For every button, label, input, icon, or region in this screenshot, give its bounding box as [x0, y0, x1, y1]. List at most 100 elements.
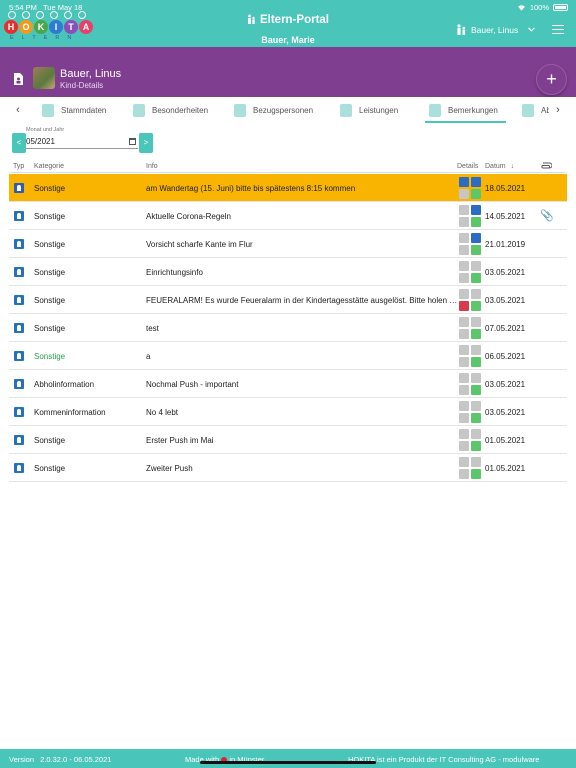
tab-label: Bemerkungen [448, 106, 498, 115]
status-indicators: 100% [517, 3, 568, 12]
row-info: Einrichtungsinfo [146, 268, 203, 277]
version-label: Version [9, 755, 35, 764]
hamburger-menu-icon[interactable] [552, 25, 564, 34]
warning-icon [459, 189, 469, 199]
table-row[interactable]: Sonstige Zweiter Push 01.05.2021 [9, 454, 567, 482]
push-icon [471, 401, 481, 411]
column-kategorie[interactable]: Kategorie [34, 163, 64, 170]
push-icon [471, 261, 481, 271]
message-icon [471, 217, 481, 227]
home-indicator[interactable] [200, 761, 376, 764]
note-type-icon [14, 379, 24, 389]
row-details [459, 429, 483, 451]
row-datum: 06.05.2021 [485, 352, 526, 361]
message-icon [471, 385, 481, 395]
month-label: Monat und Jahr [26, 127, 65, 133]
row-datum: 03.05.2021 [485, 296, 526, 305]
table-row[interactable]: Sonstige Vorsicht scharfe Kante im Flur 21… [9, 230, 567, 258]
tab-stammdaten[interactable]: Stammdaten [42, 97, 106, 124]
tab-leistungen[interactable]: Leistungen [340, 97, 398, 124]
warning-icon [459, 273, 469, 283]
table-row[interactable]: Abholinformation Nochmal Push - important… [9, 370, 567, 398]
tab-bezugspersonen[interactable]: Bezugspersonen [234, 97, 313, 124]
table-row[interactable]: Sonstige Erster Push im Mai 01.05.2021 [9, 426, 567, 454]
column-info[interactable]: Info [146, 163, 158, 170]
chevron-down-icon [528, 27, 536, 32]
push-icon [471, 457, 481, 467]
tab-besonderheiten[interactable]: Besonderheiten [133, 97, 208, 124]
attachment-icon[interactable]: 📎 [540, 209, 554, 222]
table-header: Typ Kategorie Info Details Datum ↓ [9, 160, 567, 173]
row-details [459, 401, 483, 423]
month-year-input[interactable]: 05/2021 [26, 135, 138, 149]
row-kategorie: Sonstige [34, 268, 66, 277]
child-name: Bauer, Linus [60, 68, 122, 80]
column-typ[interactable]: Typ [13, 163, 24, 170]
row-datum: 07.05.2021 [485, 324, 526, 333]
battery-percent: 100% [529, 3, 549, 12]
column-details[interactable]: Details [457, 163, 478, 170]
table-row[interactable]: Kommeninformation No 4 lebt 03.05.2021 [9, 398, 567, 426]
child-document-icon[interactable] [13, 73, 24, 85]
version-value: 2.0.32.0 - 06.05.2021 [40, 755, 112, 764]
warning-icon [459, 245, 469, 255]
push-icon [471, 289, 481, 299]
account-menu[interactable]: Bauer, Linus [456, 24, 536, 35]
row-kategorie: Abholinformation [34, 380, 95, 389]
page-title-text: Eltern-Portal [259, 14, 329, 26]
table-row[interactable]: Sonstige am Wandertag (15. Juni) bitte bi… [9, 174, 567, 202]
row-info: Zweiter Push [146, 464, 193, 473]
warning-icon [459, 413, 469, 423]
note-type-icon [14, 323, 24, 333]
calendar-icon[interactable] [129, 138, 136, 145]
app-header: 5:54 PM Tue May 18 100% HOKITA ELTERN El… [0, 0, 576, 47]
sort-down-icon: ↓ [510, 163, 515, 170]
row-kategorie: Sonstige [34, 296, 66, 305]
push-icon [471, 429, 481, 439]
tab-abholung[interactable]: Ab [522, 97, 551, 124]
row-details [459, 373, 483, 395]
row-kategorie: Kommeninformation [34, 408, 106, 417]
table-row[interactable]: Sonstige Aktuelle Corona-Regeln 14.05.2021… [9, 202, 567, 230]
table-row[interactable]: Sonstige FEUERALARM! Es wurde Feueralarm … [9, 286, 567, 314]
add-button[interactable]: + [536, 64, 567, 95]
row-details [459, 289, 483, 311]
push-icon [471, 177, 481, 187]
table-row[interactable]: Sonstige Einrichtungsinfo 03.05.2021 [9, 258, 567, 286]
push-icon [471, 317, 481, 327]
column-datum[interactable]: Datum ↓ [485, 163, 514, 170]
warning-icon [459, 357, 469, 367]
account-menu-label: Bauer, Linus [471, 24, 519, 35]
family-icon [457, 24, 466, 35]
person-icon [522, 104, 534, 117]
tab-scroll-right-icon[interactable]: › [549, 97, 567, 124]
row-kategorie: Sonstige [34, 436, 66, 445]
message-icon [471, 441, 481, 451]
next-month-button[interactable]: > [139, 133, 153, 153]
note-type-icon [14, 435, 24, 445]
message-icon [471, 189, 481, 199]
message-icon [471, 273, 481, 283]
push-icon [471, 373, 481, 383]
tab-label: Leistungen [359, 106, 399, 115]
avatar[interactable] [33, 67, 55, 89]
previous-month-button[interactable]: < [12, 133, 26, 153]
message-icon [471, 469, 481, 479]
people-icon [234, 104, 246, 117]
person-icon [42, 104, 54, 117]
warning-icon [459, 301, 469, 311]
row-info: Vorsicht scharfe Kante im Flur [146, 240, 253, 249]
read-status-icon [459, 177, 469, 187]
note-type-icon [14, 183, 24, 193]
push-icon [471, 233, 481, 243]
row-details [459, 205, 483, 227]
row-datum: 03.05.2021 [485, 268, 526, 277]
table-row[interactable]: Sonstige test 07.05.2021 [9, 314, 567, 342]
tab-bemerkungen[interactable]: Bemerkungen [425, 97, 506, 124]
row-kategorie: Sonstige [34, 464, 66, 473]
push-icon [471, 345, 481, 355]
table-row[interactable]: Sonstige a 06.05.2021 [9, 342, 567, 370]
column-attachment[interactable] [540, 162, 553, 171]
parent-name: Bauer, Marie [261, 35, 315, 45]
tab-scroll-left-icon[interactable]: ‹ [9, 97, 27, 124]
